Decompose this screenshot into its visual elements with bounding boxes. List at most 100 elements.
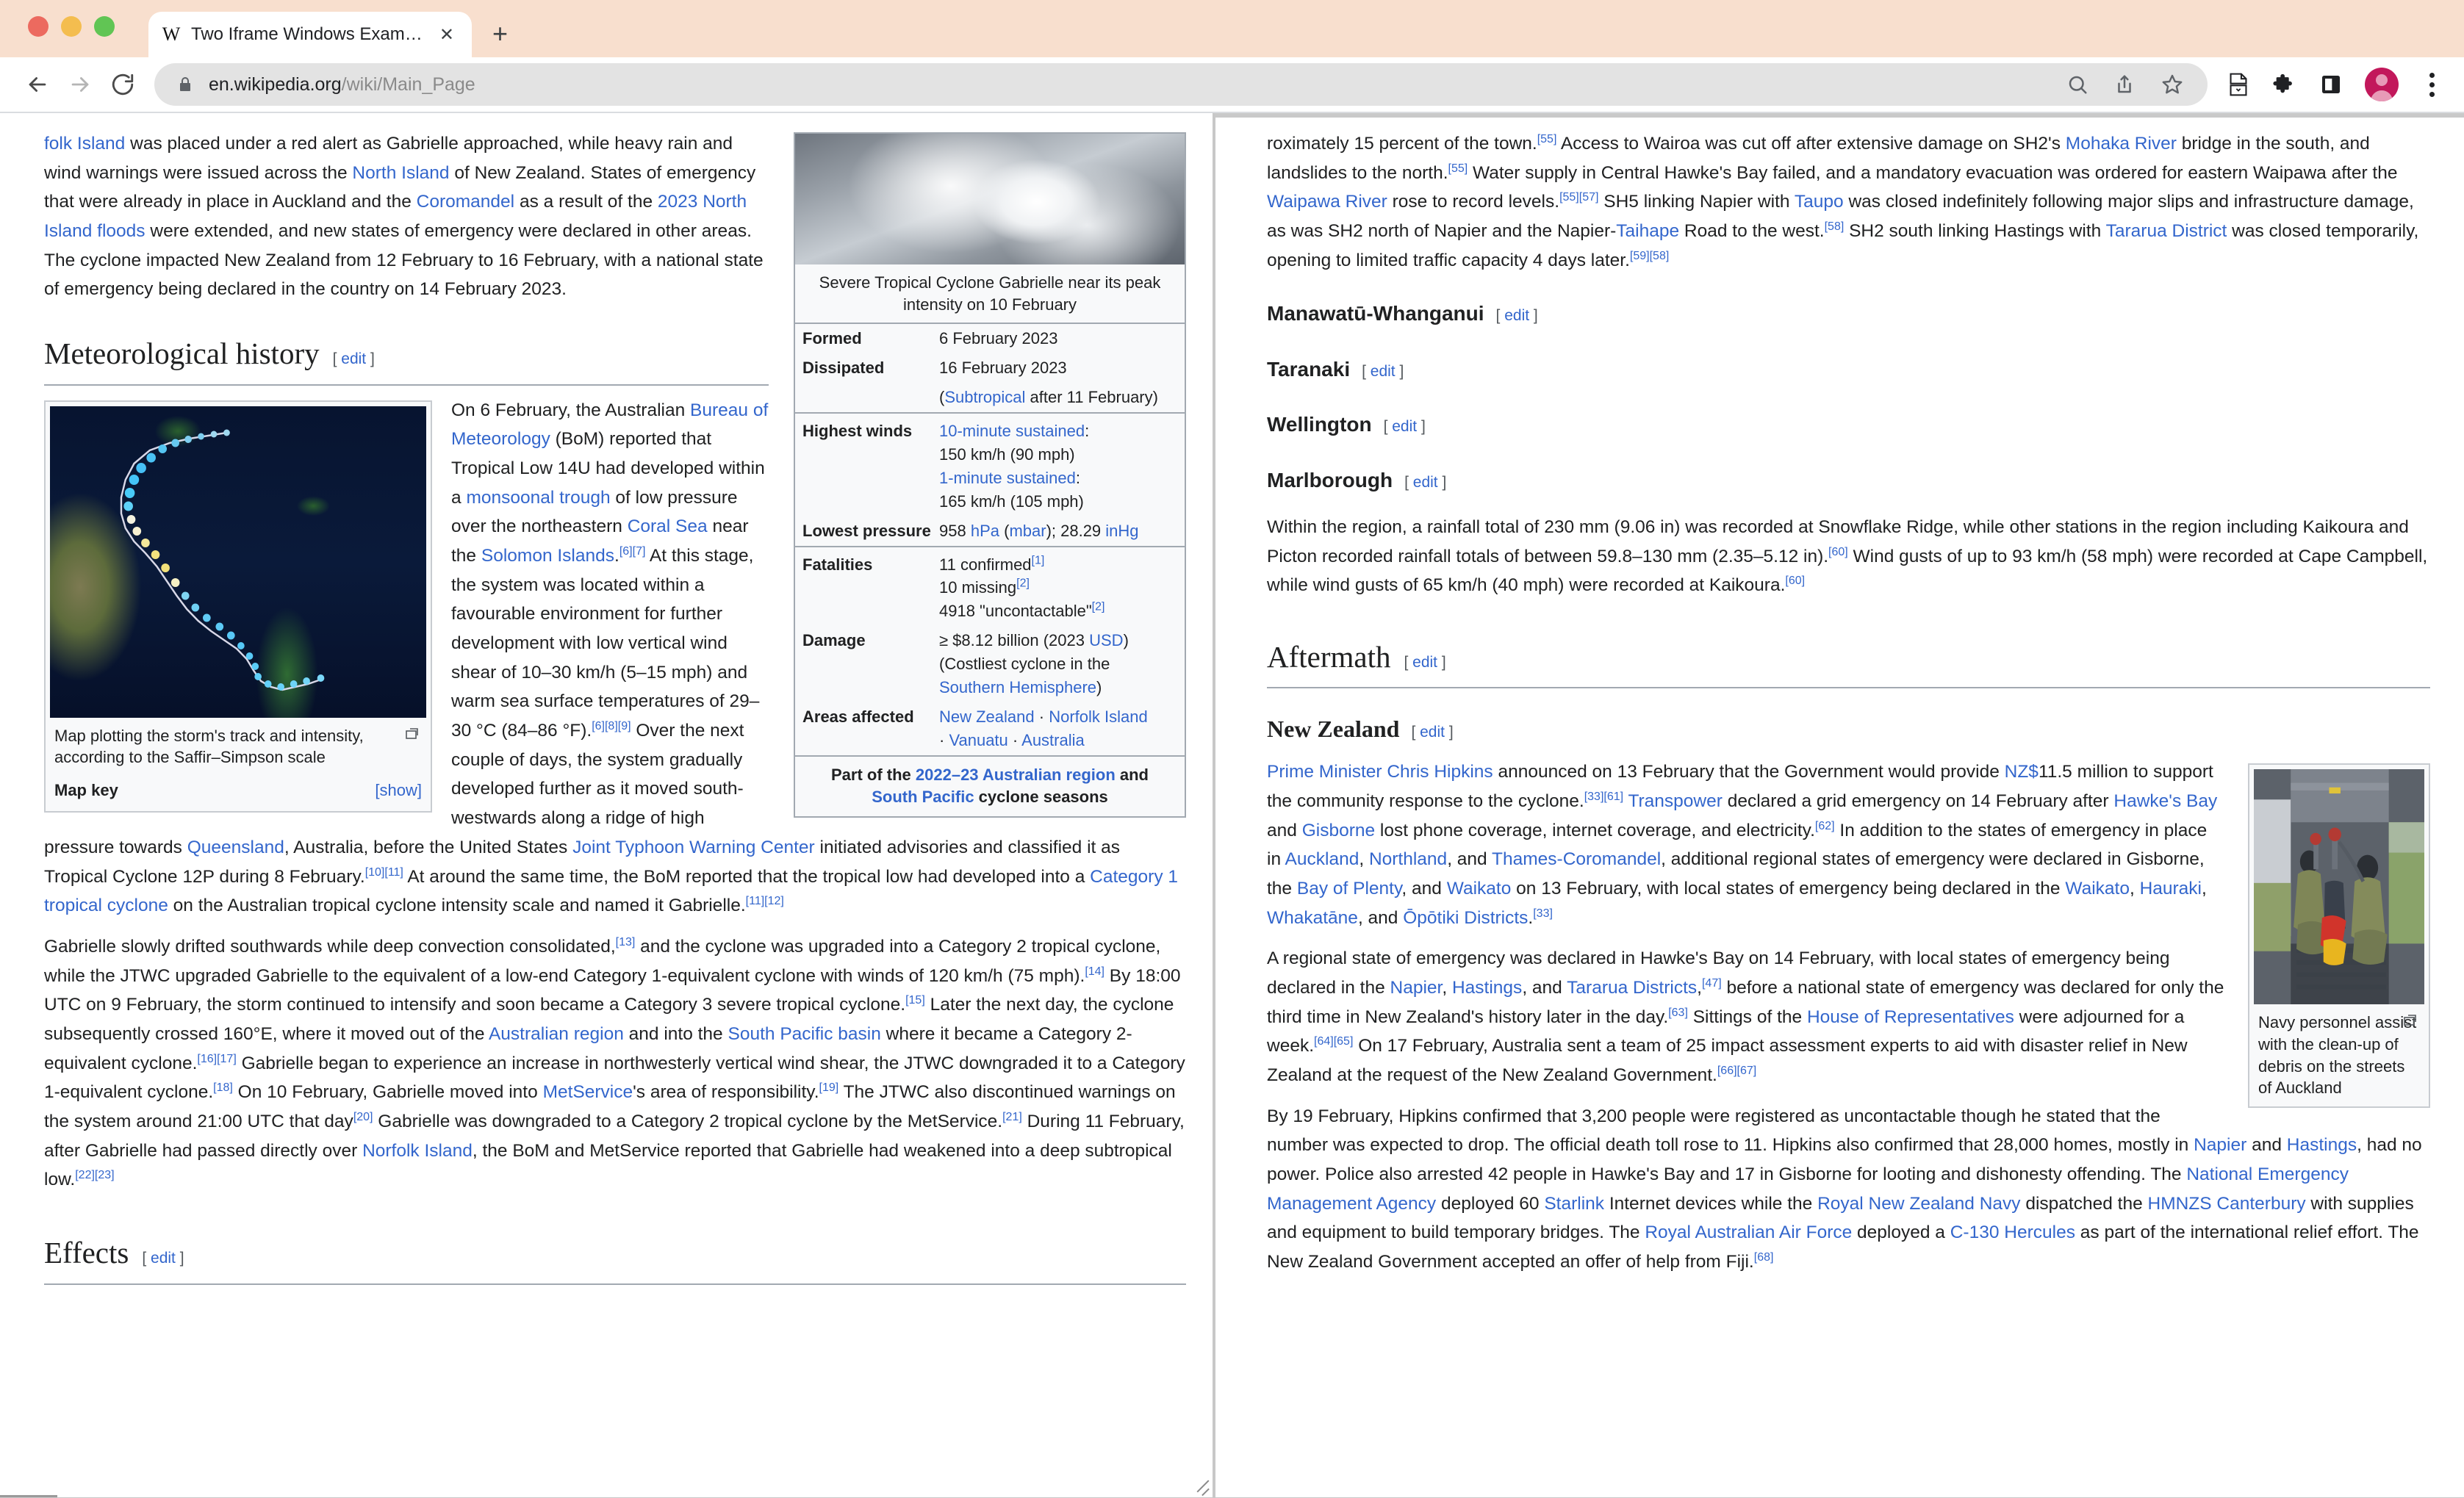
bay-of-plenty-link[interactable]: Bay of Plenty bbox=[1297, 879, 1402, 899]
hmnzs-canterbury-link[interactable]: HMNZS Canterbury bbox=[2148, 1194, 2306, 1214]
southern-hemisphere-link[interactable]: Southern Hemisphere bbox=[939, 678, 1096, 696]
ref-15[interactable]: [15] bbox=[905, 994, 925, 1007]
reading-list-icon[interactable] bbox=[2227, 72, 2250, 97]
edit-link[interactable]: edit bbox=[1413, 474, 1438, 491]
subtropical-link[interactable]: Subtropical bbox=[944, 388, 1025, 406]
ref-58[interactable]: [58] bbox=[1825, 220, 1845, 233]
ref-59-58[interactable]: [59][58] bbox=[1630, 250, 1669, 262]
raaf-link[interactable]: Royal Australian Air Force bbox=[1645, 1222, 1852, 1242]
solomon-islands-link[interactable]: Solomon Islands bbox=[481, 546, 614, 566]
ref-22-23[interactable]: [22][23] bbox=[75, 1169, 114, 1181]
navy-personnel-image[interactable] bbox=[2254, 769, 2424, 1004]
australian-region-link[interactable]: Australian region bbox=[489, 1024, 624, 1044]
monsoonal-trough-link[interactable]: monsoonal trough bbox=[466, 488, 610, 508]
ref-60[interactable]: [60] bbox=[1828, 545, 1848, 558]
northland-link[interactable]: Northland bbox=[1369, 849, 1447, 869]
ref-10-11[interactable]: [10][11] bbox=[365, 865, 403, 878]
area-australia-link[interactable]: Australia bbox=[1021, 731, 1085, 749]
map-key-show-toggle[interactable]: [show] bbox=[375, 777, 422, 804]
ref-60b[interactable]: [60] bbox=[1785, 575, 1805, 587]
category-1-tropical-cyclone-link[interactable]: Category 1 tropical cyclone bbox=[44, 867, 1178, 916]
napier-link-2[interactable]: Napier bbox=[2194, 1135, 2246, 1155]
c130-hercules-link[interactable]: C-130 Hercules bbox=[1950, 1222, 2075, 1242]
mohaka-river-link[interactable]: Mohaka River bbox=[2066, 134, 2177, 154]
usd-link[interactable]: USD bbox=[1089, 631, 1123, 649]
ref-6-8-9[interactable]: [6][8][9] bbox=[592, 720, 631, 732]
maximize-window-button[interactable] bbox=[94, 16, 115, 37]
minimize-window-button[interactable] bbox=[61, 16, 82, 37]
coral-sea-link[interactable]: Coral Sea bbox=[628, 516, 708, 536]
edit-link[interactable]: edit bbox=[1412, 654, 1437, 671]
mbar-link[interactable]: mbar bbox=[1009, 522, 1046, 540]
hawkes-bay-link[interactable]: Hawke's Bay bbox=[2113, 791, 2217, 811]
one-minute-sustained-link[interactable]: 1-minute sustained bbox=[939, 469, 1076, 487]
edit-link[interactable]: edit bbox=[1371, 363, 1396, 380]
hastings-link-2[interactable]: Hastings bbox=[2287, 1135, 2357, 1155]
close-tab-icon[interactable]: ✕ bbox=[435, 24, 459, 46]
ref-2[interactable]: [2] bbox=[1016, 577, 1030, 590]
ref-33[interactable]: [33] bbox=[1533, 907, 1553, 919]
ref-11-12[interactable]: [11][12] bbox=[746, 895, 784, 907]
whakatane-link[interactable]: Whakatāne bbox=[1267, 908, 1358, 928]
storm-track-image[interactable] bbox=[50, 406, 426, 718]
australian-region-season-link[interactable]: 2022–23 Australian region bbox=[916, 766, 1116, 784]
hpa-link[interactable]: hPa bbox=[971, 522, 999, 540]
house-of-representatives-link[interactable]: House of Representatives bbox=[1807, 1007, 2014, 1027]
ref-6-7[interactable]: [6][7] bbox=[619, 545, 646, 558]
jtwc-link[interactable]: Joint Typhoon Warning Center bbox=[572, 838, 815, 857]
norfolk-island-link[interactable]: Norfolk Island bbox=[362, 1141, 473, 1161]
area-norfolk-island-link[interactable]: Norfolk Island bbox=[1049, 707, 1148, 726]
edit-link[interactable]: edit bbox=[1420, 724, 1445, 741]
iframe-resize-handle[interactable] bbox=[1190, 1475, 1210, 1494]
south-pacific-basin-link[interactable]: South Pacific basin bbox=[728, 1024, 881, 1044]
transpower-link[interactable]: Transpower bbox=[1628, 791, 1722, 811]
thames-coromandel-link[interactable]: Thames-Coromandel bbox=[1492, 849, 1661, 869]
norfolk-island-partial-link[interactable]: folk Island bbox=[44, 134, 125, 154]
close-window-button[interactable] bbox=[28, 16, 49, 37]
inhg-link[interactable]: inHg bbox=[1105, 522, 1138, 540]
napier-link[interactable]: Napier bbox=[1390, 978, 1443, 998]
opotiki-districts-link[interactable]: Ōpōtiki Districts bbox=[1403, 908, 1528, 928]
extensions-puzzle-icon[interactable] bbox=[2272, 72, 2297, 97]
ref-55[interactable]: [55] bbox=[1537, 133, 1557, 145]
share-icon[interactable] bbox=[2113, 73, 2136, 96]
browser-tab[interactable]: W Two Iframe Windows Example ✕ bbox=[148, 12, 472, 57]
nzd-link[interactable]: NZ$ bbox=[2005, 762, 2039, 782]
ref-62[interactable]: [62] bbox=[1815, 819, 1835, 832]
bureau-of-meteorology-link[interactable]: Bureau of Meteorology bbox=[451, 400, 768, 450]
ref-68[interactable]: [68] bbox=[1754, 1251, 1774, 1264]
edit-link[interactable]: edit bbox=[341, 350, 366, 367]
edit-link[interactable]: edit bbox=[151, 1250, 176, 1267]
address-bar[interactable]: en.wikipedia.org/wiki/Main_Page bbox=[154, 63, 2208, 106]
queensland-link[interactable]: Queensland bbox=[187, 838, 284, 857]
starlink-link[interactable]: Starlink bbox=[1544, 1194, 1604, 1214]
ref-16-17[interactable]: [16][17] bbox=[197, 1053, 236, 1065]
ref-64-65[interactable]: [64][65] bbox=[1314, 1035, 1353, 1048]
ref-20[interactable]: [20] bbox=[353, 1111, 373, 1123]
2023-north-island-floods-link[interactable]: 2023 North Island floods bbox=[44, 192, 747, 241]
enlarge-icon[interactable] bbox=[406, 725, 423, 740]
ten-minute-sustained-link[interactable]: 10-minute sustained bbox=[939, 422, 1085, 440]
waipawa-river-link[interactable]: Waipawa River bbox=[1267, 192, 1387, 212]
taihape-link[interactable]: Taihape bbox=[1616, 221, 1679, 241]
south-pacific-season-link[interactable]: South Pacific bbox=[872, 788, 974, 806]
new-tab-button[interactable]: + bbox=[492, 21, 508, 57]
back-icon[interactable] bbox=[16, 63, 59, 106]
gisborne-link[interactable]: Gisborne bbox=[1302, 821, 1375, 840]
ref-18[interactable]: [18] bbox=[213, 1081, 233, 1094]
enlarge-icon[interactable] bbox=[2404, 1012, 2421, 1026]
edit-link[interactable]: edit bbox=[1504, 307, 1529, 324]
waikato-district-link[interactable]: Waikato bbox=[2065, 879, 2130, 899]
bookmark-star-icon[interactable] bbox=[2161, 73, 2184, 96]
ref-21[interactable]: [21] bbox=[1002, 1111, 1022, 1123]
rnzn-link[interactable]: Royal New Zealand Navy bbox=[1817, 1194, 2020, 1214]
ref-1[interactable]: [1] bbox=[1032, 554, 1045, 566]
coromandel-link[interactable]: Coromandel bbox=[417, 192, 514, 212]
tararua-district-link[interactable]: Tararua District bbox=[2106, 221, 2227, 241]
edit-link[interactable]: edit bbox=[1392, 418, 1417, 435]
waikato-link[interactable]: Waikato bbox=[1447, 879, 1512, 899]
right-iframe[interactable]: roximately 15 percent of the town.[55] A… bbox=[1214, 113, 2464, 1498]
taupo-link[interactable]: Taupo bbox=[1795, 192, 1844, 212]
ref-13[interactable]: [13] bbox=[616, 936, 636, 948]
ref-14[interactable]: [14] bbox=[1085, 965, 1105, 977]
